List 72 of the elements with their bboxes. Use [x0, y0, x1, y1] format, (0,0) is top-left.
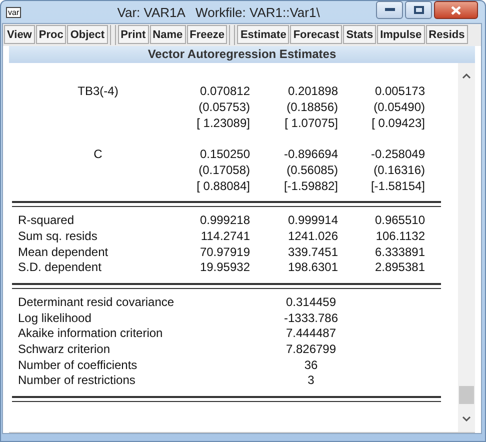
- toolbar-button[interactable]: Object: [67, 25, 108, 44]
- table-cell-text: -0.896694: [282, 147, 338, 163]
- statistic-label: Determinant resid covariance: [17, 294, 176, 311]
- table-cell-text: (0.05753): [198, 100, 250, 116]
- table-cell-text: 36: [303, 358, 319, 374]
- table-cell-text: 0.965510: [374, 213, 425, 229]
- variable-label: C: [92, 147, 104, 163]
- table-cell-text: -0.258049: [370, 147, 425, 163]
- table-cell-text: [-1.59882]: [282, 178, 338, 194]
- toolbar-button[interactable]: Resids: [426, 25, 468, 44]
- close-button[interactable]: [434, 1, 478, 19]
- toolbar-button[interactable]: Proc: [36, 25, 66, 44]
- statistic-label: Mean dependent: [17, 244, 110, 260]
- table-cell-text: 3: [306, 373, 316, 390]
- toolbar-button[interactable]: Estimate: [237, 25, 290, 44]
- table-cell-text: 339.7451: [286, 244, 338, 260]
- maximize-button[interactable]: [405, 1, 432, 19]
- table-cell-text: 0.314459: [284, 294, 338, 311]
- table-cell-text: [ 0.88084]: [196, 178, 250, 194]
- table-cell-text: [ 0.09423]: [370, 116, 425, 132]
- table-cell-text: 0.999218: [198, 213, 250, 229]
- toolbar-button[interactable]: Forecast: [290, 25, 342, 44]
- statistic-label: Log likelihood: [17, 310, 92, 326]
- scroll-down-icon[interactable]: [462, 416, 471, 422]
- table-cell-text: 114.2741: [200, 228, 250, 245]
- table-cell-text: 19.95932: [198, 260, 250, 276]
- scroll-thumb[interactable]: [459, 386, 474, 404]
- output-header: Vector Autoregression Estimates: [9, 46, 475, 63]
- table-cell-text: 0.999914: [286, 213, 338, 229]
- statistic-label: S.D. dependent: [17, 260, 102, 276]
- toolbar-button[interactable]: Name: [150, 25, 186, 44]
- toolbar-button[interactable]: View: [4, 25, 35, 44]
- table-cell-text: (0.18856): [286, 100, 338, 116]
- table-cell-text: -1333.786: [282, 310, 340, 326]
- statistic-label: R-squared: [17, 213, 76, 229]
- window-title: Var: VAR1A Workfile: VAR1::Var1\: [116, 4, 321, 20]
- statistic-label: Number of coefficients: [17, 358, 138, 374]
- toolbar-button[interactable]: Impulse: [377, 25, 425, 44]
- table-cell-text: 6.333891: [374, 244, 425, 260]
- statistic-label: Schwarz criterion: [17, 342, 112, 358]
- toolbar-button[interactable]: Print: [118, 25, 149, 44]
- table-cell-text: 2.895381: [374, 260, 425, 276]
- var-icon: var: [6, 6, 22, 18]
- table-cell-text: (0.56085): [286, 162, 338, 179]
- table-cell-text: 70.97919: [198, 244, 250, 260]
- table-cell-text: 106.1132: [374, 228, 425, 245]
- table-cell-text: 198.6301: [286, 260, 338, 276]
- maximize-icon: [414, 6, 424, 14]
- table-cell-text: 0.070812: [198, 84, 250, 100]
- table-cell-text: 1241.026: [286, 228, 338, 245]
- table-cell-text: 0.005173: [374, 84, 425, 100]
- table-cell-text: 0.150250: [198, 147, 250, 163]
- table-cell-text: 0.201898: [286, 84, 338, 100]
- statistic-label: Sum sq. resids: [17, 228, 98, 245]
- table-cell-text: (0.05490): [372, 100, 425, 116]
- variable-label: TB3(-4): [76, 84, 120, 100]
- scroll-up-icon[interactable]: [462, 73, 471, 79]
- table-cell-text: 7.826799: [284, 342, 338, 358]
- table-cell-text: [ 1.23089]: [196, 116, 250, 132]
- statistic-label: Akaike information criterion: [17, 326, 164, 342]
- table-cell-text: [-1.58154]: [370, 178, 425, 194]
- toolbar-button[interactable]: Stats: [343, 25, 376, 44]
- table-cell-text: (0.17058): [198, 162, 250, 179]
- toolbar-button[interactable]: Freeze: [186, 25, 228, 44]
- statistic-label: Number of restrictions: [17, 373, 136, 390]
- close-icon: [451, 6, 461, 14]
- table-cell-text: [ 1.07075]: [284, 116, 338, 132]
- table-cell-text: (0.16316): [372, 162, 425, 179]
- table-cell-text: 7.444487: [284, 326, 338, 342]
- minimize-icon: [384, 8, 394, 12]
- vertical-scrollbar[interactable]: [458, 63, 475, 432]
- minimize-button[interactable]: [376, 1, 403, 19]
